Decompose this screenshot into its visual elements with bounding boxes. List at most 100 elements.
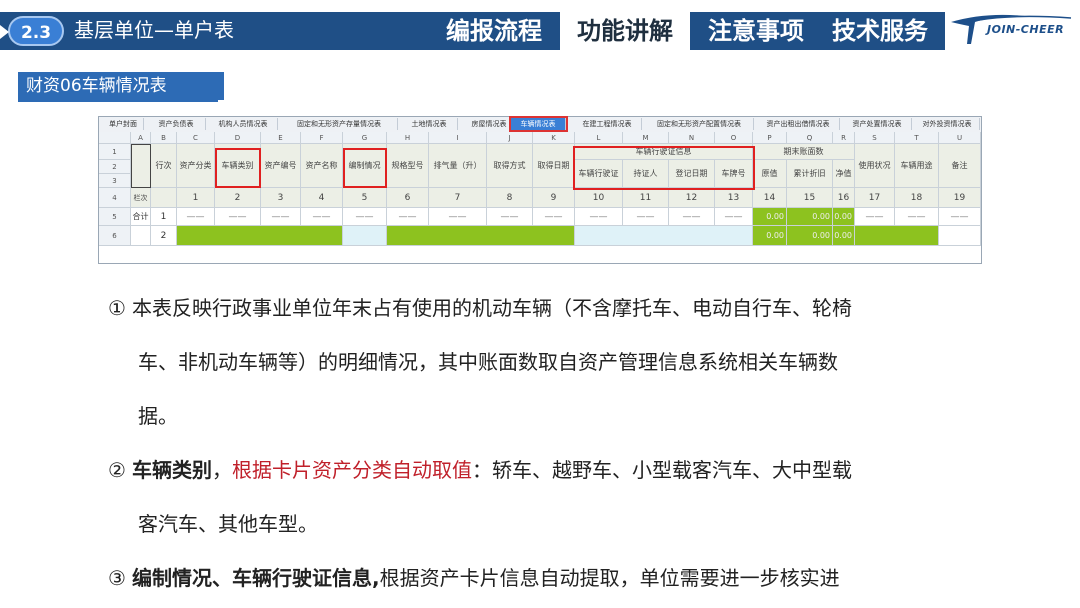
sheet-tab-vehicle[interactable]: 车辆情况表	[509, 116, 568, 132]
row-number: 2	[99, 160, 131, 174]
col-letter: P	[753, 132, 787, 144]
sheet-tab-balance[interactable]: 资产负债表	[147, 118, 206, 130]
row6-net-value: 0.00	[833, 226, 855, 246]
sheet-tab-investment[interactable]: 对外投资情况表	[915, 118, 980, 130]
paragraph-1: ① 本表反映行政事业单位年末占有使用的机动车辆（不含摩托车、电动自行车、轮椅	[108, 294, 852, 322]
col-letter: M	[623, 132, 669, 144]
col-letter: E	[261, 132, 301, 144]
header-remarks: 备注	[939, 144, 981, 188]
page-title: 基层单位—单户表	[74, 18, 234, 42]
sheet-grid: A B C D E F G H I J K L M N O P Q R S T …	[99, 132, 981, 264]
col-letter: C	[177, 132, 215, 144]
dash-cell: ——	[387, 208, 429, 226]
row6-a[interactable]	[131, 226, 151, 246]
dash-cell: ——	[623, 208, 669, 226]
col-letter: U	[939, 132, 981, 144]
col-number: 11	[623, 188, 669, 208]
row-number: 1	[99, 144, 131, 160]
sheet-tab-house[interactable]: 房屋情况表	[461, 118, 518, 130]
header-acquire-date: 取得日期	[533, 144, 575, 188]
col-number: 9	[533, 188, 575, 208]
header-net: 净值	[833, 160, 855, 188]
input-cells[interactable]	[387, 226, 575, 246]
license-cells[interactable]	[575, 226, 753, 246]
dash-cell: ——	[939, 208, 981, 226]
col-letter: N	[669, 132, 715, 144]
dash-cell: ——	[895, 208, 939, 226]
col-number: 16	[833, 188, 855, 208]
header-model: 规格型号	[387, 144, 429, 188]
col-number: 10	[575, 188, 623, 208]
row-number: 4	[99, 188, 131, 208]
tab-tech-service[interactable]: 技术服务	[820, 12, 940, 50]
tab-notes[interactable]: 注意事项	[696, 12, 816, 50]
p3-bold: 编制情况、车辆行驶证信息,	[132, 566, 380, 590]
dash-cell: ——	[215, 208, 261, 226]
col-number: 13	[715, 188, 753, 208]
dash-cell: ——	[343, 208, 387, 226]
paragraph-3: ③ 编制情况、车辆行驶证信息,根据资产卡片信息自动提取，单位需要进一步核实进	[108, 564, 840, 592]
total-row-index: 1	[151, 208, 177, 226]
col-letter: B	[151, 132, 177, 144]
dash-cell: ——	[533, 208, 575, 226]
total-depreciation-value: 0.00	[787, 208, 833, 226]
sheet-tab-allocation[interactable]: 固定和无形资产配置情况表	[645, 118, 754, 130]
sheet-tab-construction[interactable]: 在建工程情况表	[573, 118, 642, 130]
header-acquire-method: 取得方式	[487, 144, 533, 188]
sheet-tab-staff[interactable]: 机构人员情况表	[209, 118, 278, 130]
col-number: 8	[487, 188, 533, 208]
sheet-tab-disposal[interactable]: 资产处置情况表	[843, 118, 912, 130]
header-bar: 2.3 基层单位—单户表 编报流程 功能讲解 注意事项 技术服务 JOIN-CH…	[0, 10, 1080, 52]
header-asset-class: 资产分类	[177, 144, 215, 188]
header-displacement: 排气量（升）	[429, 144, 487, 188]
row6-original-value: 0.00	[753, 226, 787, 246]
col-letter: L	[575, 132, 623, 144]
sheet-tab-land[interactable]: 土地情况表	[401, 118, 458, 130]
col-number: 2	[215, 188, 261, 208]
row-number: 6	[99, 226, 131, 246]
col-letter: K	[533, 132, 575, 144]
highlight-staffing	[343, 148, 387, 188]
header-purpose: 车辆用途	[895, 144, 939, 188]
col-number: 3	[261, 188, 301, 208]
dash-cell: ——	[429, 208, 487, 226]
dash-cell: ——	[301, 208, 343, 226]
row-number: 5	[99, 208, 131, 226]
tab-process[interactable]: 编报流程	[436, 12, 552, 50]
col-letter: G	[343, 132, 387, 144]
p2-comma: ，	[212, 458, 232, 482]
col-number: 5	[343, 188, 387, 208]
col-letter: J	[487, 132, 533, 144]
col-number: 19	[939, 188, 981, 208]
paragraph-2-cont: 客汽车、其他车型。	[138, 512, 318, 536]
bullet-number: ③	[108, 566, 126, 590]
staffing-cell[interactable]	[343, 226, 387, 246]
bullet-number: ②	[108, 458, 126, 482]
row6-depreciation-value: 0.00	[787, 226, 833, 246]
dash-cell: ——	[487, 208, 533, 226]
header-depreciation: 累计折旧	[787, 160, 833, 188]
remarks-cell[interactable]	[939, 226, 981, 246]
col-letter: T	[895, 132, 939, 144]
total-original-value: 0.00	[753, 208, 787, 226]
section-subtitle: 财资06车辆情况表	[18, 72, 224, 100]
col-number: 7	[429, 188, 487, 208]
header-row-index: 行次	[151, 144, 177, 188]
row-number: 3	[99, 174, 131, 188]
sheet-tab-cover[interactable]: 单户封面	[103, 118, 144, 130]
sheet-tab-rental[interactable]: 资产出租出借情况表	[757, 118, 840, 130]
bullet-number: ①	[108, 296, 126, 320]
sheet-tab-fixed-assets[interactable]: 固定和无形资产存量情况表	[281, 118, 398, 130]
input-cells[interactable]	[855, 226, 939, 246]
highlight-license-info	[573, 146, 755, 190]
col-number: 18	[895, 188, 939, 208]
p2-bold: 车辆类别	[132, 458, 212, 482]
logo-text: JOIN-CHEER	[987, 23, 1065, 36]
col-letter: D	[215, 132, 261, 144]
input-cells[interactable]	[177, 226, 343, 246]
company-logo: JOIN-CHEER	[945, 10, 1080, 52]
col-number: 15	[787, 188, 833, 208]
p2-red-text: 根据卡片资产分类自动取值	[232, 458, 472, 482]
tab-features[interactable]: 功能讲解	[560, 12, 690, 50]
total-net-value: 0.00	[833, 208, 855, 226]
